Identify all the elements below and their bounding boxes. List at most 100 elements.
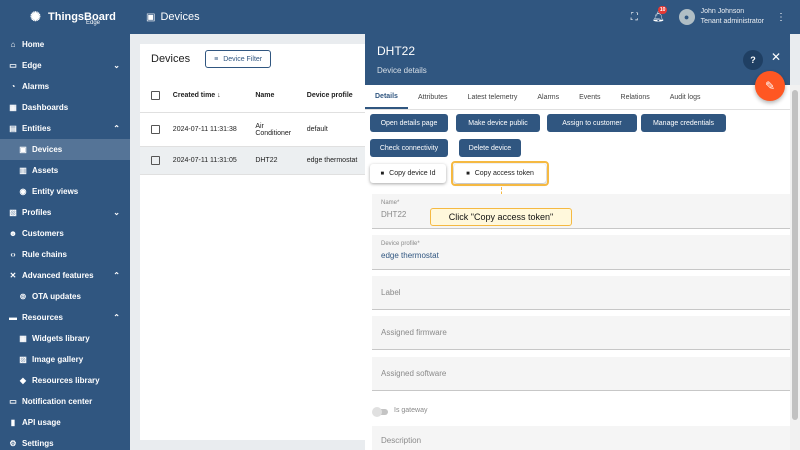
table-row[interactable]: 2024-07-11 11:31:38 Air Conditioner defau… — [140, 113, 365, 147]
sidebar-item-image-gallery[interactable]: ▨ Image gallery — [0, 349, 130, 370]
table-header: Created time ↓ Name Device profile — [140, 79, 365, 113]
device-profile-label: Device profile* — [381, 241, 420, 247]
sidebar-item-profiles[interactable]: ▧ Profiles ⌄ — [0, 202, 130, 223]
cell-created-time: 2024-07-11 11:31:05 — [172, 157, 237, 164]
sidebar-item-entities[interactable]: ▤ Entities ⌃ — [0, 118, 130, 139]
sidebar-item-settings[interactable]: ⚙ Settings — [0, 433, 130, 450]
row-checkbox[interactable] — [151, 125, 160, 134]
devices-card-header: Devices ≡ Device Filter — [140, 44, 365, 74]
devices-icon: ▣ — [146, 11, 156, 23]
user-role: Tenant administrator — [700, 18, 764, 25]
logo-subtext: Edge — [86, 20, 101, 26]
sidebar-item-resources-library[interactable]: ◆ Resources library — [0, 370, 130, 391]
library-icon: ◆ — [19, 376, 27, 385]
user-name: John Johnson — [700, 8, 745, 15]
delete-device-button[interactable]: Delete device — [459, 139, 521, 157]
devices-card: Devices ≡ Device Filter Created time ↓ N… — [140, 44, 365, 440]
sidebar-item-assets[interactable]: ▥ Assets — [0, 160, 130, 181]
ota-icon: ⊚ — [19, 292, 27, 301]
sidebar-item-customers[interactable]: ☻ Customers — [0, 223, 130, 244]
tab-alarms[interactable]: Alarms — [527, 85, 569, 109]
logo-text: ThingsBoard — [48, 11, 116, 23]
sidebar-item-widgets-library[interactable]: ▦ Widgets library — [0, 328, 130, 349]
description-field[interactable]: Description — [372, 426, 790, 450]
top-bar-actions: ⛶ 🔔︎ 10 ● John Johnson Tenant administrat… — [631, 0, 800, 34]
column-name[interactable]: Name — [255, 92, 306, 99]
check-connectivity-button[interactable]: Check connectivity — [370, 139, 448, 157]
manage-credentials-button[interactable]: Manage credentials — [641, 114, 726, 132]
details-scrollbar[interactable] — [790, 85, 800, 450]
logo[interactable]: ✺ ThingsBoard Edge — [0, 0, 130, 34]
sidebar-item-alarms[interactable]: ◔ Alarms — [0, 76, 130, 97]
copy-device-id-button[interactable]: ■ Copy device Id — [370, 164, 446, 183]
user-icon: ● — [683, 12, 690, 22]
close-button[interactable]: ✕ — [771, 50, 781, 64]
more-vert-icon[interactable]: ⋮ — [776, 12, 786, 23]
tab-audit-logs[interactable]: Audit logs — [660, 85, 711, 109]
instruction-callout: Click "Copy access token" — [430, 208, 572, 226]
chevron-up-icon: ⌃ — [113, 271, 120, 280]
notifications-bell-icon[interactable]: 🔔︎ 10 — [652, 5, 668, 23]
user-info[interactable]: John Johnson Tenant administrator — [701, 7, 764, 27]
details-tabs: Details Attributes Latest telemetry Alar… — [365, 85, 790, 110]
help-icon: ? — [750, 55, 756, 65]
label-field[interactable]: Label — [372, 276, 790, 310]
avatar[interactable]: ● — [678, 9, 695, 25]
device-details-panel: DHT22 Device details ? ✕ Details Attribu… — [365, 34, 790, 450]
open-details-page-button[interactable]: Open details page — [370, 114, 448, 132]
chevron-up-icon: ⌃ — [113, 124, 120, 133]
device-profile-value[interactable]: edge thermostat — [381, 251, 439, 260]
chevron-down-icon: ⌄ — [113, 61, 120, 70]
profiles-icon: ▧ — [9, 208, 17, 217]
edit-pencil-icon: ✎ — [764, 79, 776, 93]
sidebar-item-notification-center[interactable]: ▭ Notification center — [0, 391, 130, 412]
details-subtitle: Device details — [377, 66, 427, 75]
sidebar-item-entity-views[interactable]: ◉ Entity views — [0, 181, 130, 202]
assigned-firmware-field[interactable]: Assigned firmware — [372, 316, 790, 350]
sidebar-item-api-usage[interactable]: ▮ API usage — [0, 412, 130, 433]
assets-icon: ▥ — [19, 166, 27, 175]
sidebar-item-dashboards[interactable]: ▦ Dashboards — [0, 97, 130, 118]
scrollbar-thumb[interactable] — [792, 90, 798, 420]
devices-icon: ▣ — [19, 145, 27, 154]
sidebar-item-rule-chains[interactable]: ‹› Rule chains — [0, 244, 130, 265]
cell-name: Air Conditioner — [255, 122, 292, 137]
device-profile-field[interactable]: Device profile* edge thermostat — [372, 235, 790, 270]
is-gateway-label: Is gateway — [394, 407, 428, 414]
widgets-icon: ▦ — [19, 334, 27, 343]
fullscreen-icon[interactable]: ⛶ — [631, 12, 638, 23]
sidebar-item-resources[interactable]: ▬ Resources ⌃ — [0, 307, 130, 328]
device-filter-button[interactable]: ≡ Device Filter — [205, 50, 272, 68]
name-label: Name* — [381, 200, 400, 206]
details-header: DHT22 Device details ? ✕ — [365, 34, 790, 85]
table-row-selected[interactable]: 2024-07-11 11:31:05 DHT22 edge thermosta… — [140, 147, 365, 175]
name-value: DHT22 — [381, 210, 407, 219]
sidebar-item-devices[interactable]: ▣ Devices — [0, 139, 130, 160]
assign-to-customer-button[interactable]: Assign to customer — [547, 114, 637, 132]
sidebar-item-advanced-features[interactable]: ✕ Advanced features ⌃ — [0, 265, 130, 286]
help-button[interactable]: ? — [743, 50, 763, 70]
select-all-checkbox[interactable] — [151, 91, 160, 100]
settings-icon: ⚙ — [9, 439, 17, 448]
row-checkbox[interactable] — [151, 156, 160, 165]
column-device-profile[interactable]: Device profile — [307, 92, 365, 99]
tab-events[interactable]: Events — [569, 85, 610, 109]
tab-attributes[interactable]: Attributes — [408, 85, 458, 109]
sidebar-item-home[interactable]: ⌂ Home — [0, 34, 130, 55]
tab-latest-telemetry[interactable]: Latest telemetry — [458, 85, 528, 109]
make-device-public-button[interactable]: Make device public — [456, 114, 540, 132]
dashboard-icon: ▦ — [9, 103, 17, 112]
edit-fab-button[interactable]: ✎ — [755, 71, 785, 101]
column-created-time[interactable]: Created time ↓ — [173, 92, 256, 99]
assigned-software-field[interactable]: Assigned software — [372, 357, 790, 391]
tab-details[interactable]: Details — [365, 85, 408, 109]
label-placeholder: Label — [381, 288, 401, 297]
sidebar-item-ota-updates[interactable]: ⊚ OTA updates — [0, 286, 130, 307]
tab-relations[interactable]: Relations — [611, 85, 660, 109]
details-title: DHT22 — [377, 44, 416, 58]
customers-icon: ☻ — [8, 229, 18, 238]
arrow-down-icon: ↓ — [217, 92, 221, 99]
is-gateway-toggle[interactable] — [372, 407, 388, 417]
sidebar-item-edge[interactable]: ▭ Edge ⌄ — [0, 55, 130, 76]
description-placeholder: Description — [381, 436, 422, 445]
